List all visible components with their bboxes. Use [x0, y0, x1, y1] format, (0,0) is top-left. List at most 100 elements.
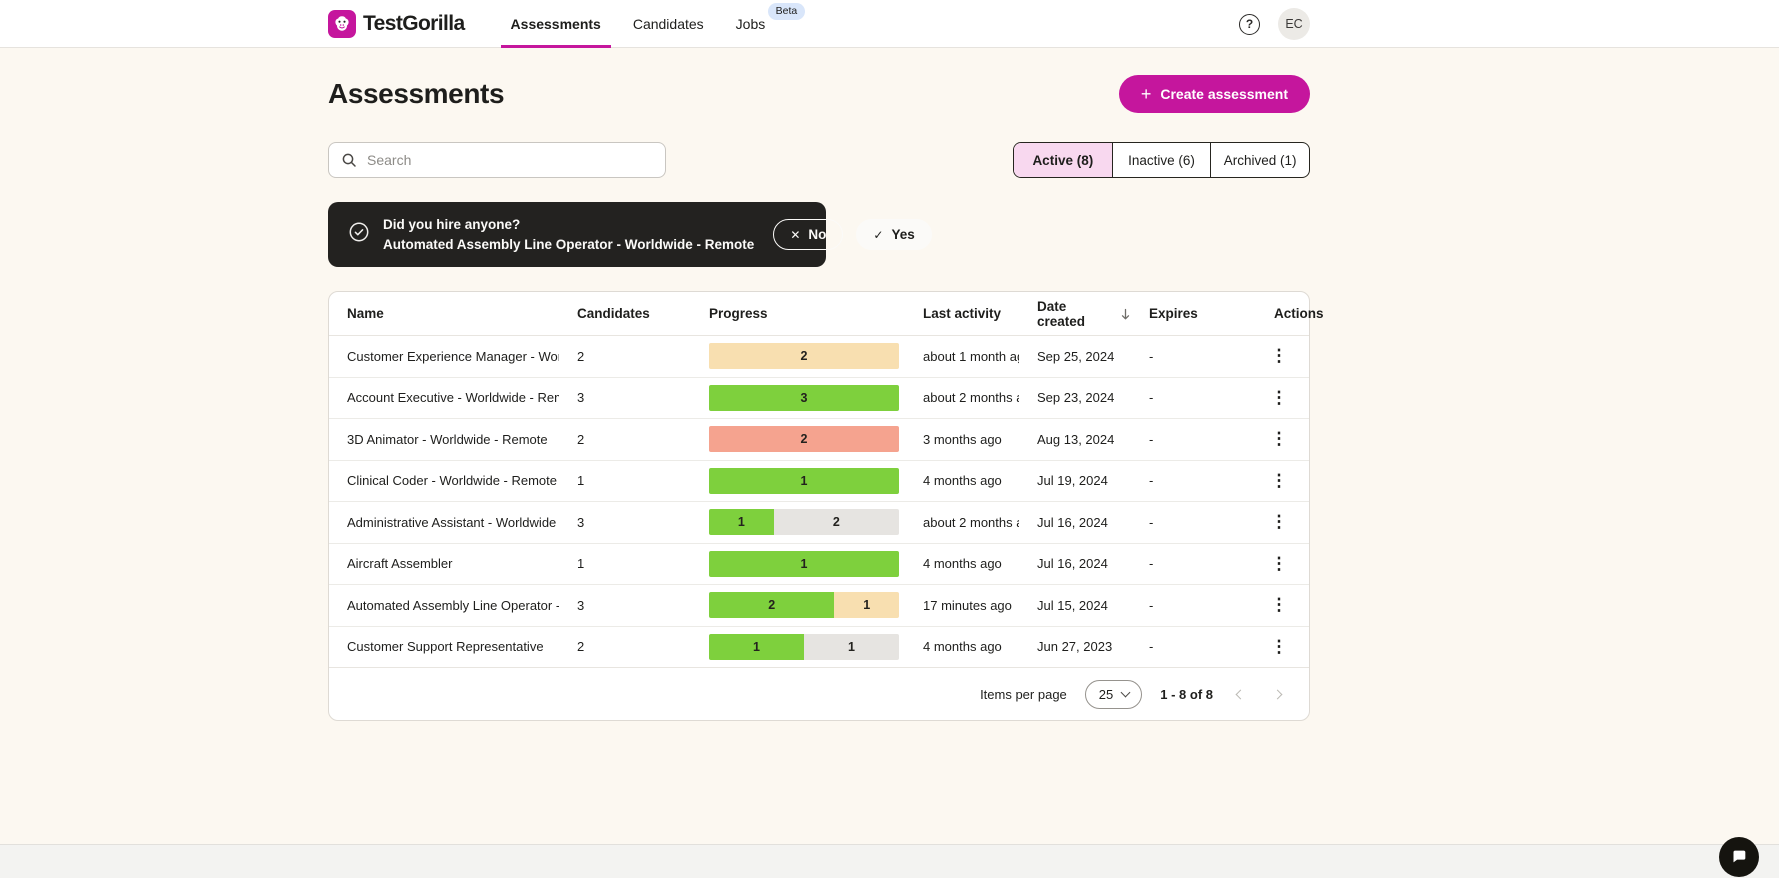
chat-bubble-icon [1729, 846, 1749, 869]
assessment-name[interactable]: Customer Experience Manager - Worldwide [329, 349, 559, 364]
page-title: Assessments [328, 78, 505, 109]
row-actions-kebab-icon[interactable]: ⋮ [1264, 466, 1294, 496]
last-activity: 4 months ago [923, 473, 1002, 489]
column-header-date-created[interactable]: Date created [1019, 299, 1131, 329]
date-created: Jun 27, 2023 [1037, 639, 1113, 655]
column-header-name[interactable]: Name [329, 306, 559, 321]
tab-inactive[interactable]: Inactive (6) [1111, 143, 1211, 177]
last-activity: 3 months ago [923, 431, 1002, 447]
assessment-name[interactable]: 3D Animator - Worldwide - Remote [329, 432, 559, 447]
table-row[interactable]: Administrative Assistant - Worldwide - R… [329, 502, 1309, 544]
next-page-button[interactable] [1268, 685, 1287, 704]
last-activity: about 2 months ago [923, 390, 1019, 406]
row-actions-kebab-icon[interactable]: ⋮ [1264, 383, 1294, 413]
progress-bar: 1 [709, 550, 899, 577]
last-activity: 4 months ago [923, 639, 1002, 655]
last-activity: 4 months ago [923, 556, 1002, 572]
chevron-right-icon [1272, 689, 1283, 699]
table-row[interactable]: Clinical Coder - Worldwide - Remote 1 1 … [329, 461, 1309, 502]
progress-segment: 2 [709, 343, 899, 370]
search-input[interactable] [328, 142, 666, 178]
table-row[interactable]: Account Executive - Worldwide - Remote 3… [329, 378, 1309, 419]
page-range: 1 - 8 of 8 [1160, 686, 1213, 702]
previous-page-button[interactable] [1231, 685, 1250, 704]
progress-segment: 1 [834, 592, 899, 619]
expires: - [1149, 639, 1154, 655]
candidates-count: 3 [577, 514, 585, 530]
row-actions-kebab-icon[interactable]: ⋮ [1264, 424, 1294, 454]
last-activity: about 2 months ago [923, 514, 1019, 530]
brand-wordmark: TestGorilla [363, 12, 465, 35]
table-row[interactable]: 3D Animator - Worldwide - Remote 2 2 3 m… [329, 419, 1309, 461]
expires: - [1149, 473, 1154, 489]
progress-segment: 1 [709, 509, 774, 536]
row-actions-kebab-icon[interactable]: ⋮ [1264, 590, 1294, 620]
testgorilla-logo[interactable]: TestGorilla [328, 10, 465, 38]
items-per-page-select[interactable]: 25 [1084, 679, 1143, 709]
x-icon: ✕ [790, 227, 801, 242]
table-row[interactable]: Automated Assembly Line Operator - World… [329, 585, 1309, 627]
date-created: Jul 16, 2024 [1037, 514, 1108, 530]
column-header-last-activity[interactable]: Last activity [905, 306, 1019, 321]
candidates-count: 1 [577, 556, 585, 572]
last-activity: about 1 month ago [923, 348, 1019, 364]
progress-segment: 2 [709, 426, 899, 453]
assessment-name[interactable]: Automated Assembly Line Operator - World… [329, 598, 559, 613]
footer-strip [0, 844, 1779, 878]
tab-active[interactable]: Active (8) [1014, 143, 1112, 177]
user-avatar[interactable]: EC [1278, 8, 1310, 40]
nav-item-jobs[interactable]: Jobs Beta [720, 0, 806, 48]
assessment-name[interactable]: Aircraft Assembler [329, 556, 559, 571]
row-actions-kebab-icon[interactable]: ⋮ [1264, 632, 1294, 662]
table-row[interactable]: Aircraft Assembler 1 1 4 months ago Jul … [329, 544, 1309, 585]
progress-bar: 1 [709, 467, 899, 494]
chevron-down-icon [1120, 687, 1131, 697]
candidates-count: 2 [577, 431, 585, 447]
column-header-actions: Actions [1274, 306, 1324, 321]
column-header-expires[interactable]: Expires [1131, 306, 1256, 321]
row-actions-kebab-icon[interactable]: ⋮ [1264, 549, 1294, 579]
progress-segment: 1 [709, 467, 899, 494]
circle-check-icon [348, 221, 370, 248]
candidates-count: 1 [577, 473, 585, 489]
nav-item-assessments[interactable]: Assessments [495, 0, 617, 48]
nav-item-candidates[interactable]: Candidates [617, 0, 720, 48]
table-row[interactable]: Customer Experience Manager - Worldwide … [329, 336, 1309, 378]
progress-bar: 2 [709, 426, 899, 453]
assessments-table: Name Candidates Progress Last activity D… [328, 291, 1324, 721]
progress-bar: 12 [709, 509, 899, 536]
expires: - [1149, 597, 1154, 613]
assessment-name[interactable]: Clinical Coder - Worldwide - Remote [329, 473, 559, 488]
check-icon: ✓ [873, 227, 884, 242]
expires: - [1149, 514, 1154, 530]
assessment-name[interactable]: Administrative Assistant - Worldwide - R… [329, 515, 559, 530]
help-button[interactable]: ? [1239, 13, 1260, 35]
row-actions-kebab-icon[interactable]: ⋮ [1264, 507, 1294, 537]
progress-segment: 1 [709, 550, 899, 577]
progress-segment: 2 [773, 509, 899, 536]
assessment-name[interactable]: Account Executive - Worldwide - Remote [329, 390, 559, 405]
pagination: Items per page 25 1 - 8 of 8 [329, 668, 1309, 720]
chat-widget-button[interactable] [1719, 837, 1759, 877]
table-body: Customer Experience Manager - Worldwide … [329, 336, 1309, 668]
create-assessment-button[interactable]: + Create assessment [1118, 75, 1310, 113]
hire-no-button[interactable]: ✕ No [773, 219, 844, 250]
progress-bar: 3 [709, 384, 899, 411]
candidates-count: 2 [577, 639, 585, 655]
plus-icon: + [1140, 83, 1152, 104]
gorilla-logo-icon [328, 10, 356, 38]
hire-yes-button[interactable]: ✓ Yes [856, 219, 932, 250]
expires: - [1149, 431, 1154, 447]
tab-archived[interactable]: Archived (1) [1210, 143, 1309, 177]
progress-segment: 1 [709, 633, 804, 660]
row-actions-kebab-icon[interactable]: ⋮ [1264, 341, 1294, 371]
column-header-candidates[interactable]: Candidates [559, 306, 691, 321]
banner-assessment-name: Automated Assembly Line Operator - World… [383, 236, 755, 252]
expires: - [1149, 390, 1154, 406]
progress-bar: 21 [709, 592, 899, 619]
table-header-row: Name Candidates Progress Last activity D… [329, 292, 1324, 336]
progress-bar: 11 [709, 633, 899, 660]
progress-segment: 3 [709, 384, 899, 411]
assessment-name[interactable]: Customer Support Representative [329, 639, 559, 654]
table-row[interactable]: Customer Support Representative 2 11 4 m… [329, 627, 1309, 668]
